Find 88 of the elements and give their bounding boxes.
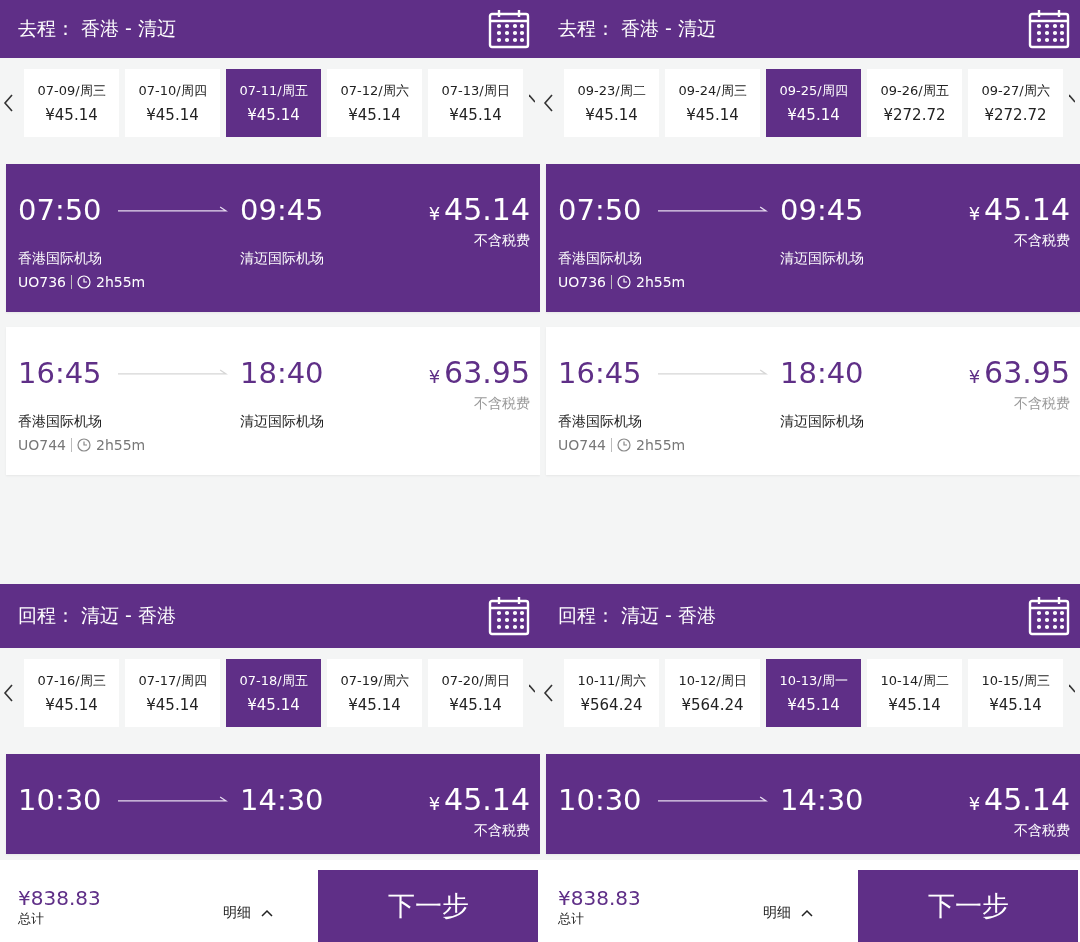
clock-icon: [617, 438, 631, 452]
arrival-airport: 清迈国际机场: [240, 250, 325, 268]
tax-note: 不含税费: [1014, 232, 1070, 250]
date-option[interactable]: 07-16/周三 ¥45.14: [24, 659, 119, 727]
route-title: 去程： 香港 - 清迈: [558, 16, 716, 41]
date-option[interactable]: 09-27/周六 ¥272.72: [968, 69, 1063, 137]
flight-card[interactable]: 10:30 14:30 ¥45.14 不含税费: [546, 754, 1080, 854]
route-title: 回程： 清迈 - 香港: [18, 603, 176, 628]
departure-time: 10:30: [18, 782, 103, 818]
route-title: 回程： 清迈 - 香港: [558, 603, 716, 628]
arrival-airport: 清迈国际机场: [240, 413, 325, 431]
date-option[interactable]: 09-25/周四 ¥45.14: [766, 69, 861, 137]
calendar-icon[interactable]: [488, 9, 530, 49]
flight-price: ¥45.14: [428, 192, 530, 228]
flight-price: ¥63.95: [968, 355, 1070, 391]
date-option[interactable]: 09-26/周五 ¥272.72: [867, 69, 962, 137]
route-title: 去程： 香港 - 清迈: [18, 16, 176, 41]
arrival-time: 09:45: [240, 192, 325, 228]
date-option[interactable]: 10-11/周六 ¥564.24: [564, 659, 659, 727]
flight-number: UO744: [18, 437, 66, 453]
clock-icon: [77, 275, 91, 289]
calendar-icon[interactable]: [488, 596, 530, 636]
date-option[interactable]: 07-11/周五 ¥45.14: [226, 69, 321, 137]
flight-card[interactable]: 16:45 18:40 ¥63.95 不含税费 香港国际机场 清迈国际机场 UO744 2h55m: [546, 327, 1080, 475]
date-option[interactable]: 07-20/周日 ¥45.14: [428, 659, 523, 727]
flight-card[interactable]: 16:45 18:40 ¥63.95 不含税费 香港国际机场 清迈国际机场 UO744 2h55m: [6, 327, 540, 475]
arrival-time: 14:30: [240, 782, 325, 818]
flight-price: ¥45.14: [968, 782, 1070, 818]
departure-time: 10:30: [558, 782, 643, 818]
total-price: ¥838.83: [558, 886, 642, 910]
arrival-time: 18:40: [240, 355, 325, 391]
departure-airport: 香港国际机场: [558, 413, 643, 431]
caret-icon: [261, 909, 273, 917]
clock-icon: [617, 275, 631, 289]
flight-card[interactable]: 07:50 09:45 ¥45.14 不含税费 香港国际机场 清迈国际机场 UO736 2h55m: [6, 164, 540, 312]
clock-icon: [77, 438, 91, 452]
details-button[interactable]: 明细: [223, 904, 318, 942]
date-option[interactable]: 07-10/周四 ¥45.14: [125, 69, 220, 137]
date-option[interactable]: 10-14/周二 ¥45.14: [867, 659, 962, 727]
flight-duration: 2h55m: [636, 274, 686, 290]
total-label: 总计: [18, 910, 45, 928]
next-button[interactable]: 下一步: [318, 870, 538, 942]
flight-price: ¥45.14: [968, 192, 1070, 228]
tax-note: 不含税费: [1014, 822, 1070, 840]
date-option[interactable]: 07-13/周日 ¥45.14: [428, 69, 523, 137]
departure-time: 07:50: [558, 192, 643, 228]
total-price: ¥838.83: [18, 886, 102, 910]
date-option[interactable]: 07-12/周六 ¥45.14: [327, 69, 422, 137]
flight-price: ¥45.14: [428, 782, 530, 818]
calendar-icon[interactable]: [1028, 596, 1070, 636]
date-option[interactable]: 10-15/周三 ¥45.14: [968, 659, 1063, 727]
tax-note: 不含税费: [1014, 395, 1070, 413]
arrival-airport: 清迈国际机场: [780, 413, 865, 431]
date-option[interactable]: 09-23/周二 ¥45.14: [564, 69, 659, 137]
arrival-airport: 清迈国际机场: [780, 250, 865, 268]
departure-time: 16:45: [18, 355, 103, 391]
date-option[interactable]: 07-19/周六 ¥45.14: [327, 659, 422, 727]
total-label: 总计: [558, 910, 585, 928]
next-button[interactable]: 下一步: [858, 870, 1078, 942]
tax-note: 不含税费: [474, 822, 530, 840]
departure-airport: 香港国际机场: [558, 250, 643, 268]
date-option[interactable]: 09-24/周三 ¥45.14: [665, 69, 760, 137]
arrival-time: 09:45: [780, 192, 865, 228]
caret-icon: [801, 909, 813, 917]
flight-card[interactable]: 10:30 14:30 ¥45.14 不含税费: [6, 754, 540, 854]
arrival-time: 18:40: [780, 355, 865, 391]
date-option[interactable]: 10-13/周一 ¥45.14: [766, 659, 861, 727]
departure-time: 16:45: [558, 355, 643, 391]
departure-time: 07:50: [18, 192, 103, 228]
arrival-time: 14:30: [780, 782, 865, 818]
details-button[interactable]: 明细: [763, 904, 858, 942]
flight-card[interactable]: 07:50 09:45 ¥45.14 不含税费 香港国际机场 清迈国际机场 UO736 2h55m: [546, 164, 1080, 312]
date-option[interactable]: 07-17/周四 ¥45.14: [125, 659, 220, 727]
flight-duration: 2h55m: [96, 274, 146, 290]
flight-price: ¥63.95: [428, 355, 530, 391]
date-option[interactable]: 07-18/周五 ¥45.14: [226, 659, 321, 727]
tax-note: 不含税费: [474, 395, 530, 413]
departure-airport: 香港国际机场: [18, 250, 103, 268]
date-option[interactable]: 07-09/周三 ¥45.14: [24, 69, 119, 137]
flight-number: UO744: [558, 437, 606, 453]
tax-note: 不含税费: [474, 232, 530, 250]
departure-airport: 香港国际机场: [18, 413, 103, 431]
flight-duration: 2h55m: [96, 437, 146, 453]
calendar-icon[interactable]: [1028, 9, 1070, 49]
flight-duration: 2h55m: [636, 437, 686, 453]
flight-number: UO736: [558, 274, 606, 290]
date-option[interactable]: 10-12/周日 ¥564.24: [665, 659, 760, 727]
flight-number: UO736: [18, 274, 66, 290]
